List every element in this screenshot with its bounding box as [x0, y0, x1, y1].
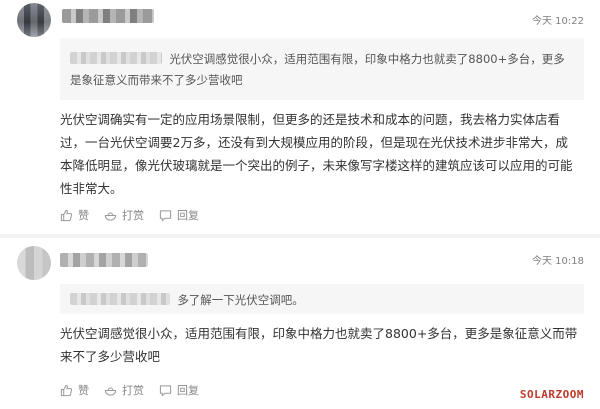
like-label: 赞: [78, 384, 89, 397]
comment-actions: 赞 打赏 回复: [60, 382, 214, 398]
username-blurred[interactable]: [62, 9, 154, 23]
avatar[interactable]: [17, 3, 51, 37]
comment-actions: 赞 打赏 回复: [60, 207, 214, 223]
like-label: 赞: [78, 209, 89, 222]
thumbs-up-icon: [60, 209, 73, 221]
tip-label: 打赏: [122, 209, 144, 222]
like-button[interactable]: 赞: [60, 382, 89, 398]
like-button[interactable]: 赞: [60, 207, 89, 223]
reply-button[interactable]: 回复: [159, 207, 199, 223]
tip-button[interactable]: 打赏: [104, 382, 144, 398]
reply-button[interactable]: 回复: [159, 382, 199, 398]
tip-bowl-icon: [104, 211, 117, 221]
quoted-reply: 光伏空调感觉很小众，适用范围有限，印象中格力也就卖了8800+多台，更多是象征意…: [60, 38, 584, 100]
tip-bowl-icon: [104, 386, 117, 396]
watermark: SOLARZOOM: [519, 388, 584, 401]
comment-item: 今天 10:22 光伏空调感觉很小众，适用范围有限，印象中格力也就卖了8800+…: [0, 0, 600, 234]
tip-label: 打赏: [122, 384, 144, 397]
comment-item: 今天 10:18 多了解一下光伏空调吧。 光伏空调感觉很小众，适用范围有限，印象…: [0, 238, 600, 409]
quoted-text: 多了解一下光伏空调吧。: [177, 293, 304, 307]
comment-time: 今天 10:18: [532, 256, 584, 267]
reply-label: 回复: [177, 209, 199, 222]
reply-bubble-icon: [159, 209, 172, 221]
reply-label: 回复: [177, 384, 199, 397]
comment-time: 今天 10:22: [532, 16, 584, 27]
quoted-username-blurred: [70, 52, 162, 64]
avatar[interactable]: [17, 246, 51, 280]
quoted-username-blurred: [70, 293, 170, 305]
comment-text: 光伏空调确实有一定的应用场景限制，但更多的还是技术和成本的问题，我去格力实体店看…: [60, 112, 573, 196]
comment-text: 光伏空调感觉很小众，适用范围有限，印象中格力也就卖了8800+多台，更多是象征意…: [60, 326, 578, 364]
username-blurred[interactable]: [60, 253, 148, 267]
reply-bubble-icon: [159, 384, 172, 396]
quoted-reply: 多了解一下光伏空调吧。: [60, 284, 584, 314]
tip-button[interactable]: 打赏: [104, 207, 144, 223]
thumbs-up-icon: [60, 384, 73, 396]
